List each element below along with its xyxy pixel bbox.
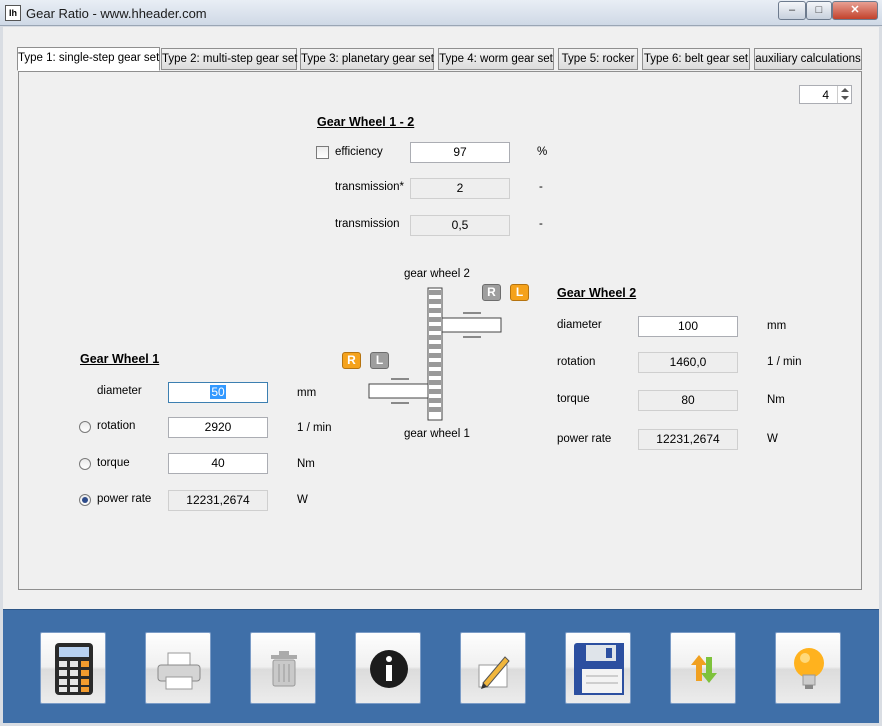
decimal-places-spinner[interactable]: 4: [799, 85, 852, 104]
gear-wheel-2-heading: Gear Wheel 2: [557, 286, 637, 300]
tab-type-2-multi-step[interactable]: Type 2: multi-step gear set: [161, 48, 298, 70]
gw2-rotation-unit: 1 / min: [767, 356, 802, 368]
gw1-power-rate-label: power rate: [97, 493, 152, 505]
title-bar: Ih Gear Ratio - www.hheader.com – □ ✕: [0, 0, 882, 26]
gw1-torque-input[interactable]: 40: [168, 453, 268, 474]
minimize-button[interactable]: –: [778, 1, 806, 20]
gw2-rotation-label: rotation: [557, 356, 596, 368]
window-title: Gear Ratio - www.hheader.com: [26, 6, 207, 21]
maximize-button[interactable]: □: [806, 1, 832, 20]
gw2-torque-field: 80: [638, 390, 738, 411]
gw1-power-rate-radio[interactable]: [79, 494, 91, 506]
spinner-up-icon[interactable]: [841, 88, 849, 92]
efficiency-checkbox[interactable]: [316, 146, 329, 159]
gw2-diameter-unit: mm: [767, 320, 787, 332]
gear-wheel-1-heading: Gear Wheel 1: [80, 352, 160, 366]
light-bulb-icon: [794, 648, 824, 689]
gw2-rotation-field: 1460,0: [638, 352, 738, 373]
gw1-diameter-unit: mm: [297, 387, 317, 399]
gw1-torque-unit: Nm: [297, 458, 315, 470]
print-button[interactable]: [145, 632, 211, 704]
close-button[interactable]: ✕: [832, 1, 878, 20]
gw2-power-rate-field: 12231,2674: [638, 429, 738, 450]
swap-button[interactable]: [670, 632, 736, 704]
info-button[interactable]: [355, 632, 421, 704]
gear-wheel-1-diagram-label: gear wheel 1: [404, 428, 470, 440]
tab-type-6-belt[interactable]: Type 6: belt gear set: [642, 48, 750, 70]
pencil-icon: [478, 656, 510, 689]
gw2-diameter-input[interactable]: 100: [638, 316, 738, 337]
gw1-rotation-label: rotation: [97, 420, 136, 432]
tab-type-1-single-step[interactable]: Type 1: single-step gear set: [17, 47, 160, 71]
spinner-down-icon[interactable]: [841, 96, 849, 100]
floppy-disk-icon: [574, 643, 624, 695]
gw1-rotation-input[interactable]: 2920: [168, 417, 268, 438]
transmission-star-unit: -: [539, 181, 543, 193]
tab-bar: Type 1: single-step gear set Type 2: mul…: [14, 47, 866, 72]
save-button[interactable]: [565, 632, 631, 704]
info-icon: [370, 650, 408, 688]
gw1-torque-label: torque: [97, 457, 130, 469]
gw1-diameter-input[interactable]: 50: [168, 382, 268, 403]
gear-wheel-2-diagram-label: gear wheel 2: [404, 268, 470, 280]
gw2-power-rate-label: power rate: [557, 433, 612, 445]
efficiency-label: efficiency: [335, 146, 383, 158]
tab-type-3-planetary[interactable]: Type 3: planetary gear set: [300, 48, 434, 70]
tab-type-5-rocker[interactable]: Type 5: rocker: [558, 48, 638, 70]
gear-wheel-1-2-heading: Gear Wheel 1 - 2: [317, 115, 415, 129]
gw2-torque-unit: Nm: [767, 394, 785, 406]
gear-2-direction-right-button[interactable]: R: [482, 284, 501, 301]
gw1-diameter-value[interactable]: 50: [210, 385, 226, 399]
gw1-power-rate-field: 12231,2674: [168, 490, 268, 511]
efficiency-unit: %: [537, 146, 548, 158]
calculator-icon: [55, 643, 93, 695]
transmission-label: transmission: [335, 218, 400, 230]
spinner-value[interactable]: 4: [822, 88, 829, 102]
transmission-field: 0,5: [410, 215, 510, 236]
tips-button[interactable]: [775, 632, 841, 704]
gear-1-direction-right-button[interactable]: R: [342, 352, 361, 369]
trash-icon: [271, 651, 297, 687]
calculator-button[interactable]: [40, 632, 106, 704]
edit-button[interactable]: [460, 632, 526, 704]
gw1-diameter-label: diameter: [97, 385, 142, 397]
gw1-power-rate-unit: W: [297, 494, 308, 506]
tab-type-4-worm[interactable]: Type 4: worm gear set: [438, 48, 554, 70]
transmission-unit: -: [539, 218, 543, 230]
bottom-toolbar: [3, 609, 879, 723]
printer-icon: [157, 652, 201, 690]
gear-1-direction-left-button[interactable]: L: [370, 352, 389, 369]
spinner-buttons[interactable]: [837, 86, 851, 103]
transmission-star-field: 2: [410, 178, 510, 199]
gw2-diameter-label: diameter: [557, 319, 602, 331]
gear-ratio-app-icon: Ih: [5, 5, 21, 21]
gw2-torque-label: torque: [557, 393, 590, 405]
gw1-rotation-radio[interactable]: [79, 421, 91, 433]
gw1-rotation-unit: 1 / min: [297, 422, 332, 434]
delete-button[interactable]: [250, 632, 316, 704]
gear-2-direction-left-button[interactable]: L: [510, 284, 529, 301]
efficiency-input[interactable]: 97: [410, 142, 510, 163]
tab-auxiliary-calculations[interactable]: auxiliary calculations: [754, 48, 862, 70]
gw2-power-rate-unit: W: [767, 433, 778, 445]
swap-arrows-icon: [691, 655, 717, 683]
gw1-torque-radio[interactable]: [79, 458, 91, 470]
transmission-star-label: transmission*: [335, 181, 405, 193]
